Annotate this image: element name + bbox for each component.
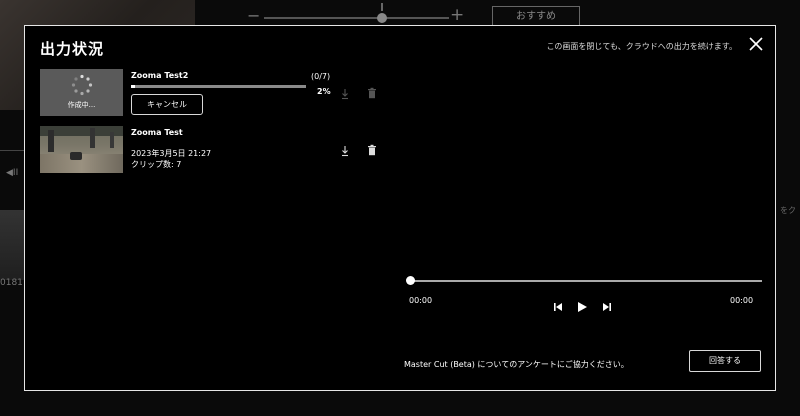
download-icon	[342, 89, 348, 100]
close-icon	[749, 37, 763, 51]
download-button[interactable]	[339, 145, 351, 157]
background-playback-control[interactable]: ◀II	[6, 168, 18, 178]
close-button[interactable]	[747, 35, 765, 53]
play-icon	[578, 302, 587, 312]
skip-previous-icon	[554, 303, 562, 311]
zoom-out-button[interactable]: −	[247, 6, 260, 25]
output-status-dialog: 出力状況 この画面を閉じても、クラウドへの出力を続けます。 作成中... Zoo…	[24, 25, 776, 391]
job-status-label: 作成中...	[67, 101, 96, 109]
job-clip-count: (0/7)	[311, 72, 331, 81]
download-icon	[342, 146, 348, 157]
play-button[interactable]	[576, 301, 588, 313]
zoom-slider-handle[interactable]	[377, 13, 387, 23]
output-job-row: 作成中... Zooma Test2 (0/7) 2% キャンセル	[40, 69, 380, 117]
previous-button[interactable]	[553, 301, 563, 313]
background-side-text: をク	[780, 206, 796, 215]
zoom-in-button[interactable]: +	[450, 5, 464, 25]
background-divider	[0, 150, 25, 151]
job-thumbnail: 作成中...	[40, 69, 123, 116]
player-total-time: 00:00	[730, 296, 754, 305]
job-name: Zooma Test	[131, 128, 183, 137]
trash-icon	[368, 87, 376, 99]
background-clip-thumbnail	[0, 210, 25, 280]
zoom-slider-track[interactable]	[264, 17, 449, 19]
dialog-title: 出力状況	[40, 40, 105, 58]
next-button[interactable]	[602, 301, 612, 313]
skip-next-icon	[603, 303, 611, 311]
job-clip-count: クリップ数: 7	[131, 160, 182, 169]
delete-button[interactable]	[366, 87, 378, 99]
job-progress-fill	[131, 85, 135, 88]
output-job-row: Zooma Test 2023年3月5日 21:27 クリップ数: 7	[40, 126, 380, 174]
download-button[interactable]	[339, 88, 351, 100]
delete-button[interactable]	[366, 144, 378, 156]
player-current-time: 00:00	[409, 296, 433, 305]
zoom-slider-tick	[381, 3, 383, 11]
job-progress-percent: 2%	[317, 87, 331, 96]
background-clip-number: 0181	[0, 278, 23, 288]
player-seek-handle[interactable]	[406, 276, 415, 285]
answer-survey-button[interactable]: 回答する	[689, 350, 761, 372]
survey-message: Master Cut (Beta) についてのアンケートにご協力ください。	[404, 360, 629, 369]
job-name: Zooma Test2	[131, 71, 189, 80]
player-seek-bar[interactable]	[410, 280, 762, 282]
dialog-notice: この画面を閉じても、クラウドへの出力を続けます。	[546, 42, 737, 51]
loading-spinner-icon	[71, 74, 93, 96]
job-date: 2023年3月5日 21:27	[131, 149, 212, 158]
job-thumbnail	[40, 126, 123, 173]
trash-icon	[368, 144, 376, 156]
job-progress-bar	[131, 85, 306, 88]
cancel-button[interactable]: キャンセル	[131, 94, 203, 115]
